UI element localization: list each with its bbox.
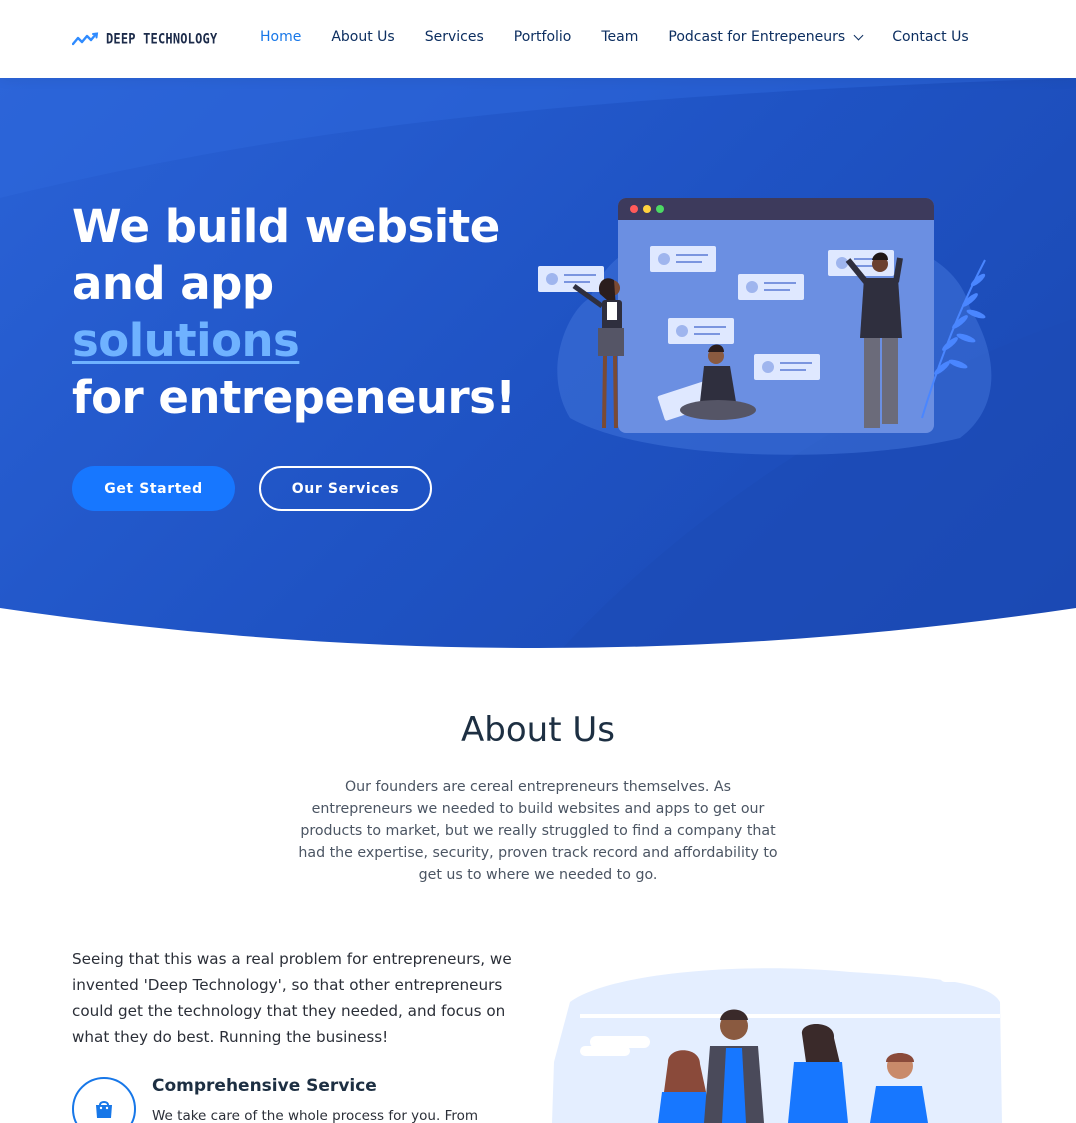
hero-section: We build website and app solutions for e… bbox=[0, 78, 1076, 651]
site-header: DEEP TECHNOLOGY Home About Us Services P… bbox=[0, 0, 1076, 78]
nav-team[interactable]: Team bbox=[601, 29, 638, 45]
nav-contact-us[interactable]: Contact Us bbox=[892, 29, 968, 45]
about-title: About Us bbox=[461, 710, 615, 750]
main-nav: Home About Us Services Portfolio Team Po… bbox=[260, 29, 969, 45]
feature-title: Comprehensive Service bbox=[152, 1076, 377, 1096]
nav-services[interactable]: Services bbox=[425, 29, 484, 45]
hero-highlight-word: solutions bbox=[72, 314, 300, 367]
feature-icon-circle bbox=[72, 1077, 136, 1123]
about-body: Seeing that this was a real problem for … bbox=[72, 950, 512, 1046]
nav-podcast[interactable]: Podcast for Entrepeneurs bbox=[668, 29, 864, 45]
chevron-down-icon bbox=[853, 30, 864, 40]
nav-about-us[interactable]: About Us bbox=[331, 29, 394, 45]
nav-portfolio[interactable]: Portfolio bbox=[514, 29, 572, 45]
hero-line-4: for entrepeneurs! bbox=[72, 371, 516, 424]
nav-podcast-label: Podcast for Entrepeneurs bbox=[668, 29, 846, 45]
our-services-button[interactable]: Our Services bbox=[259, 466, 432, 511]
hero-line-2: and app bbox=[72, 257, 274, 310]
hero-line-1: We build website bbox=[72, 200, 500, 253]
get-started-button[interactable]: Get Started bbox=[72, 466, 235, 511]
shopping-bag-icon bbox=[96, 1101, 112, 1118]
hero-illustration bbox=[538, 198, 992, 455]
nav-home[interactable]: Home bbox=[260, 29, 301, 45]
logo[interactable]: DEEP TECHNOLOGY bbox=[72, 30, 217, 48]
logo-text: DEEP TECHNOLOGY bbox=[106, 30, 218, 48]
about-intro: Our founders are cereal entrepreneurs th… bbox=[298, 779, 778, 883]
feature-text: We take care of the whole process for yo… bbox=[152, 1108, 479, 1123]
hero-headline: We build website and app solutions for e… bbox=[72, 198, 542, 426]
logo-wave-icon bbox=[72, 32, 99, 46]
team-illustration bbox=[552, 968, 1002, 1123]
